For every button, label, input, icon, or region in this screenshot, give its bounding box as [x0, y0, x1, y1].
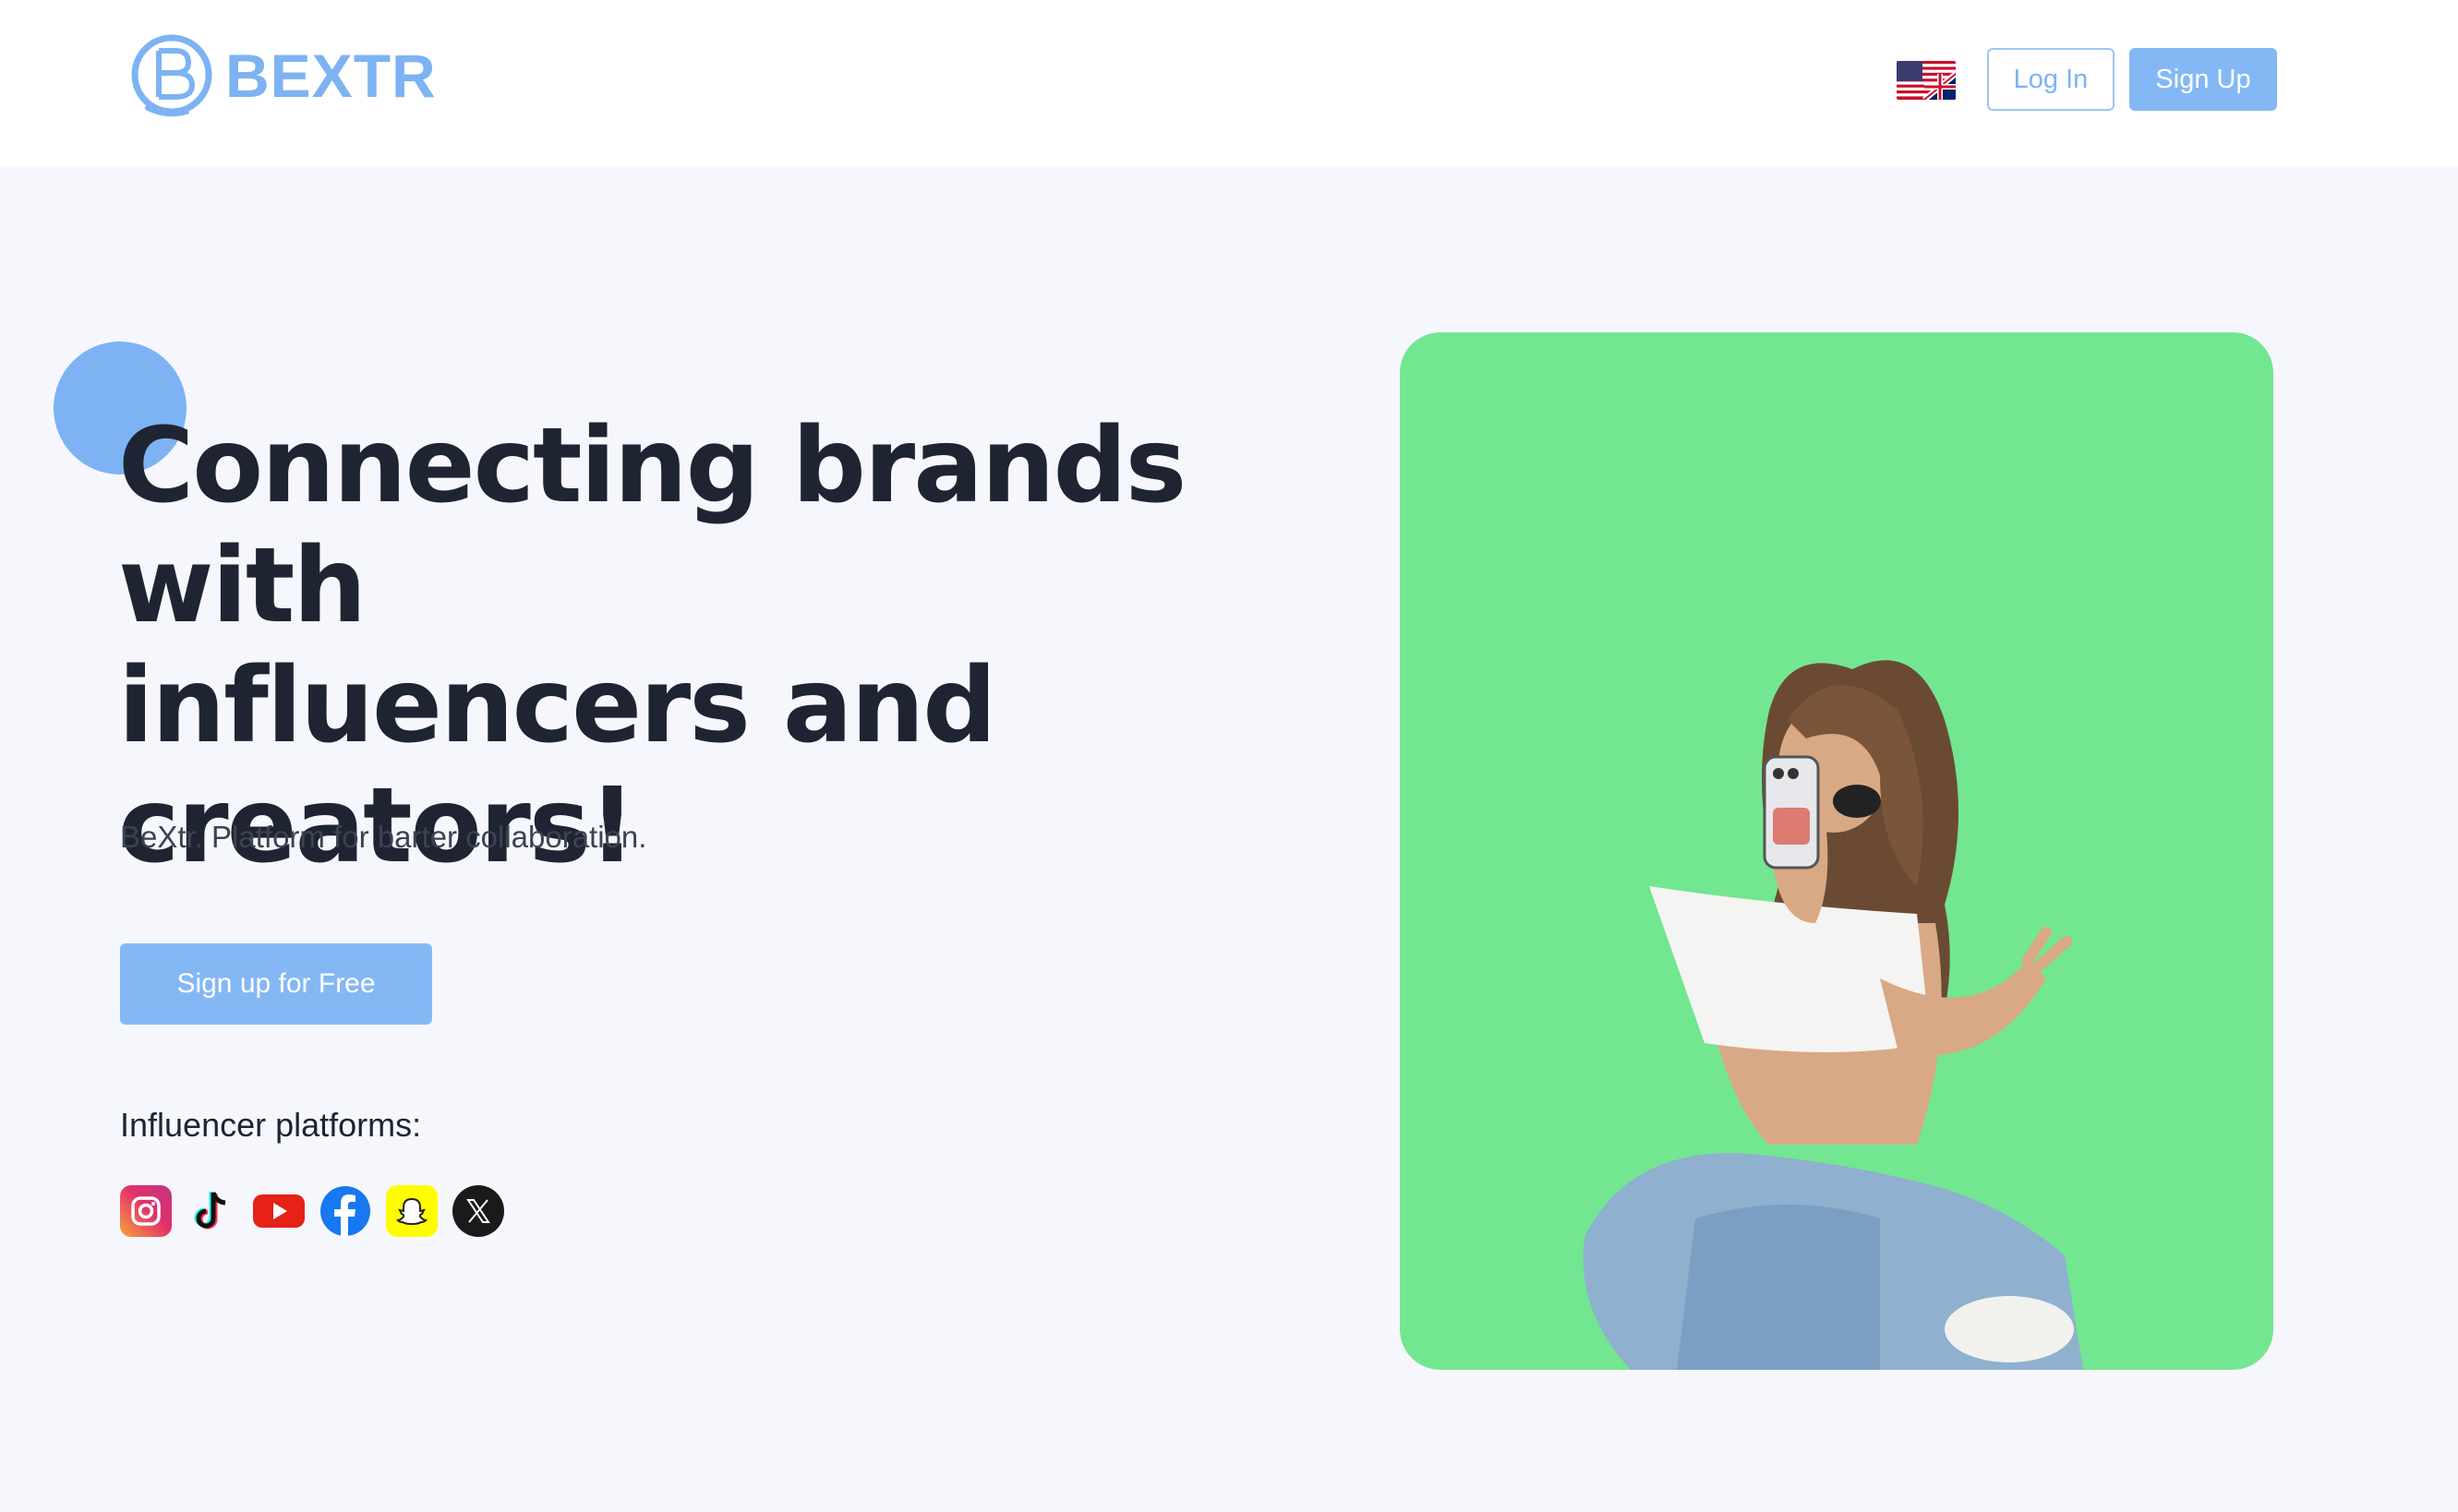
facebook-icon[interactable] [319, 1185, 371, 1237]
bextr-logo[interactable]: BEXTR [129, 30, 437, 122]
influencer-photo [1583, 660, 2083, 1370]
hero-image [1400, 332, 2273, 1370]
brand-name: BEXTR [225, 42, 437, 110]
language-flag-icon[interactable] [1897, 61, 1956, 100]
platform-icons [120, 1185, 504, 1237]
tiktok-icon[interactable] [187, 1185, 238, 1237]
instagram-icon[interactable] [120, 1185, 172, 1237]
top-nav: BEXTR Log In Sign Up [0, 0, 2458, 166]
hero-subtitle: BeXtr. Platform for barter collaboration… [120, 820, 647, 854]
x-icon[interactable] [452, 1185, 504, 1237]
headline-line-1: Connecting brands with [118, 406, 1187, 646]
signup-button[interactable]: Sign Up [2129, 48, 2277, 111]
headline-line-2: influencers and [118, 646, 996, 766]
bextr-logo-icon [131, 34, 212, 117]
youtube-icon[interactable] [253, 1185, 305, 1237]
login-button[interactable]: Log In [1987, 48, 2115, 111]
snapchat-icon[interactable] [386, 1185, 438, 1237]
signup-free-button[interactable]: Sign up for Free [120, 943, 432, 1025]
platforms-label: Influencer platforms: [120, 1106, 422, 1144]
hero-headline: Connecting brands with influencers and c… [118, 406, 1392, 886]
